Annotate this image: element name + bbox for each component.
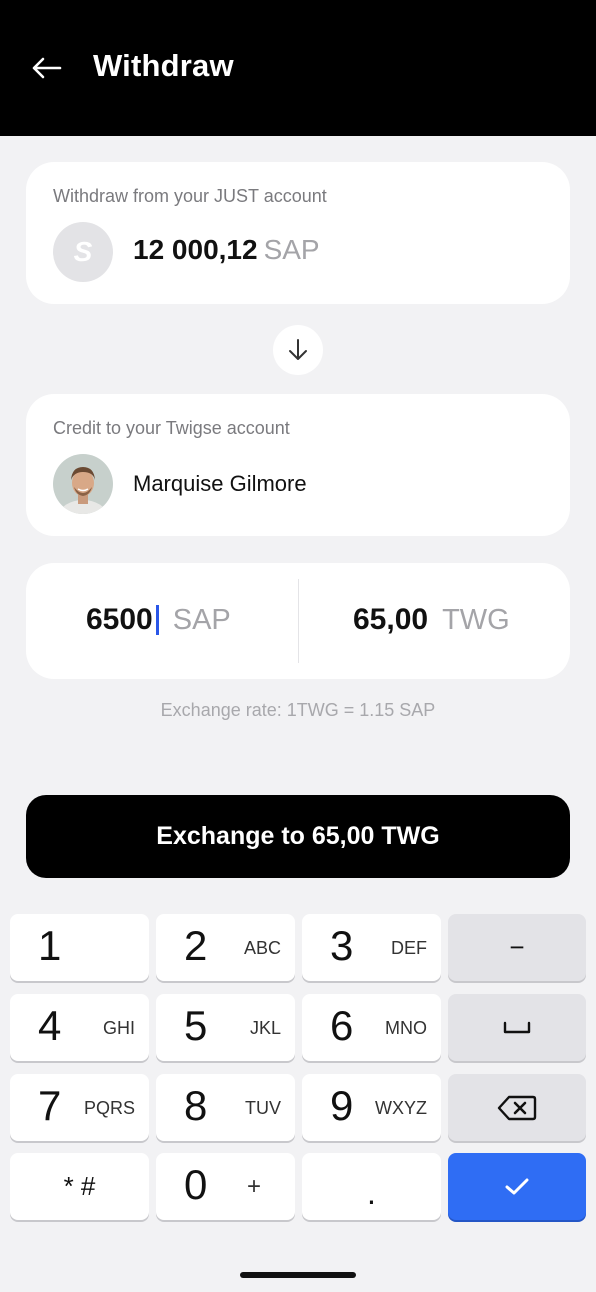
key-0-letters: +	[246, 1173, 261, 1200]
recipient-avatar	[53, 454, 113, 514]
key-7-digit: 7	[38, 1082, 62, 1129]
key-8-letters: TUV	[245, 1098, 281, 1118]
key-6-digit: 6	[330, 1002, 354, 1049]
key-2[interactable]: 2 ABC	[156, 914, 295, 981]
space-icon	[503, 1021, 531, 1033]
key-2-digit: 2	[184, 922, 208, 969]
receive-amount[interactable]: 65,00 TWG	[353, 603, 510, 637]
key-4-digit: 4	[38, 1002, 62, 1049]
key-space[interactable]	[448, 994, 586, 1061]
balance-value: 12 000,12	[133, 234, 258, 265]
key-7[interactable]: 7 PQRS	[10, 1074, 149, 1141]
key-star-hash[interactable]: * #	[10, 1153, 149, 1220]
key-2-letters: ABC	[243, 938, 281, 958]
key-8-digit: 8	[184, 1082, 208, 1129]
sap-coin-icon: S	[53, 222, 113, 282]
arrow-left-icon	[32, 57, 62, 79]
key-1[interactable]: 1	[10, 914, 149, 981]
minus-icon: −	[509, 932, 525, 962]
dot-label: .	[367, 1175, 376, 1211]
text-caret	[155, 605, 159, 635]
key-dot[interactable]: .	[302, 1153, 441, 1220]
key-minus[interactable]: −	[448, 914, 586, 981]
key-4[interactable]: 4 GHI	[10, 994, 149, 1061]
key-0[interactable]: 0 +	[156, 1153, 295, 1220]
key-confirm[interactable]	[448, 1153, 586, 1220]
key-5-digit: 5	[184, 1002, 208, 1049]
backspace-icon	[497, 1095, 537, 1120]
recipient-name: Marquise Gilmore	[133, 471, 307, 496]
key-6[interactable]: 6 MNO	[302, 994, 441, 1061]
send-amount-value: 6500	[86, 603, 153, 636]
key-9[interactable]: 9 WXYZ	[302, 1074, 441, 1141]
exchange-button[interactable]: Exchange to 65,00 TWG	[26, 795, 570, 878]
key-5[interactable]: 5 JKL	[156, 994, 295, 1061]
page-title: Withdraw	[93, 48, 234, 83]
key-4-letters: GHI	[102, 1018, 135, 1038]
key-6-letters: MNO	[385, 1018, 427, 1038]
key-backspace[interactable]	[448, 1074, 586, 1141]
withdraw-from-card[interactable]: Withdraw from your JUST account S 12 000…	[26, 162, 570, 304]
balance-currency: SAP	[263, 234, 320, 265]
credit-to-label: Credit to your Twigse account	[53, 418, 290, 438]
receive-amount-value: 65,00	[353, 603, 429, 636]
arrow-down-icon	[289, 339, 307, 360]
exchange-rate-text: Exchange rate: 1TWG = 1.15 SAP	[160, 700, 436, 720]
checkmark-icon	[505, 1178, 529, 1194]
key-5-letters: JKL	[249, 1018, 281, 1038]
credit-to-card[interactable]: Credit to your Twigse account Marquise G…	[26, 394, 570, 536]
key-7-letters: PQRS	[83, 1098, 135, 1118]
key-3-letters: DEF	[391, 938, 427, 958]
key-3-digit: 3	[330, 922, 354, 969]
key-9-letters: WXYZ	[375, 1098, 427, 1118]
amount-divider	[298, 579, 299, 663]
key-9-digit: 9	[330, 1082, 354, 1129]
home-indicator[interactable]	[240, 1272, 356, 1278]
coin-letter: S	[73, 236, 93, 267]
send-currency: SAP	[172, 603, 231, 636]
key-1-digit: 1	[38, 922, 62, 969]
back-button[interactable]	[28, 50, 64, 86]
arrow-down-indicator	[273, 325, 323, 375]
withdraw-from-label: Withdraw from your JUST account	[53, 186, 327, 206]
key-8[interactable]: 8 TUV	[156, 1074, 295, 1141]
star-hash-label: * #	[63, 1171, 96, 1201]
send-amount-input[interactable]: 6500 SAP	[86, 603, 231, 637]
receive-currency: TWG	[442, 603, 510, 636]
key-3[interactable]: 3 DEF	[302, 914, 441, 981]
app-header: Withdraw	[0, 0, 596, 136]
key-0-digit: 0	[184, 1161, 208, 1208]
amount-card: 6500 SAP 65,00 TWG	[26, 563, 570, 679]
account-balance: 12 000,12 SAP	[133, 234, 320, 266]
